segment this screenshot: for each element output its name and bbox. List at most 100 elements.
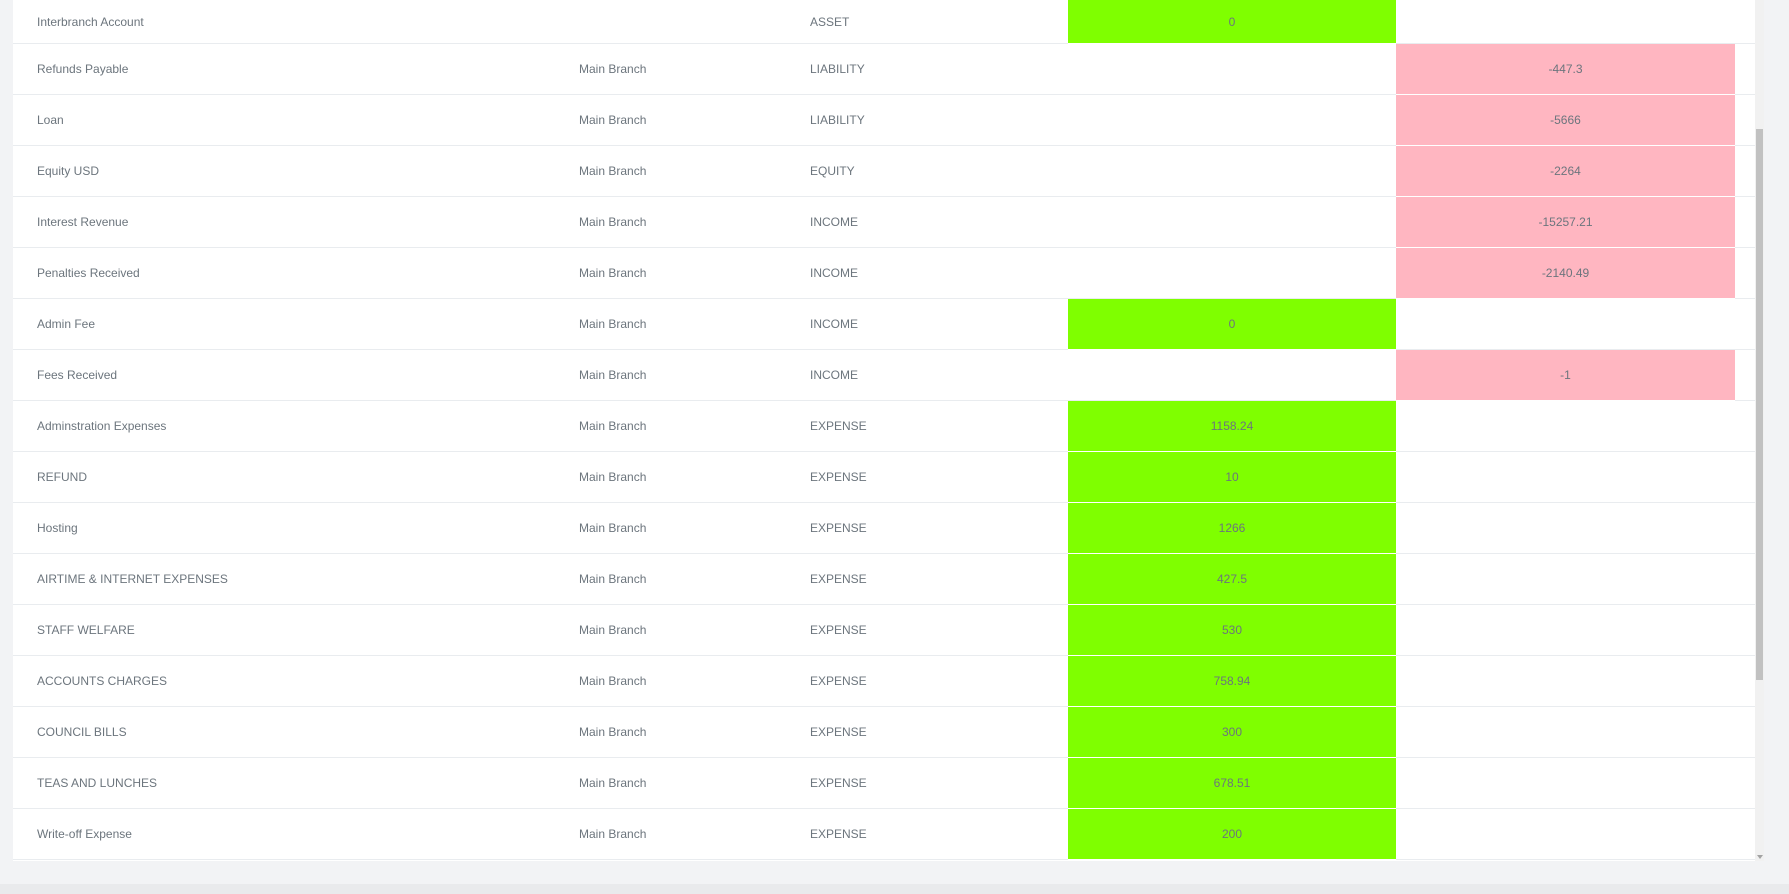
branch-cell: Main Branch: [579, 451, 810, 503]
credit-cell: [1396, 298, 1735, 350]
credit-cell: -2140.49: [1396, 247, 1735, 299]
table-row: Equity USD Main Branch EQUITY -2264: [13, 145, 1755, 197]
table-body: Interbranch Account ASSET 0 Refunds Paya…: [13, 0, 1755, 860]
account-name-cell: Interest Revenue: [13, 196, 579, 248]
account-type-cell: LIABILITY: [810, 94, 1068, 146]
table-row: Refunds Payable Main Branch LIABILITY -4…: [13, 43, 1755, 95]
credit-cell: [1396, 604, 1735, 656]
branch-cell: Main Branch: [579, 655, 810, 707]
debit-cell: 10: [1068, 451, 1396, 503]
branch-cell: Main Branch: [579, 757, 810, 809]
debit-cell: 0: [1068, 298, 1396, 350]
debit-cell: 758.94: [1068, 655, 1396, 707]
debit-cell: [1068, 349, 1396, 401]
table-row: Interbranch Account ASSET 0: [13, 0, 1755, 44]
account-name-cell: Fees Received: [13, 349, 579, 401]
row-padding: [1735, 706, 1755, 758]
credit-cell: [1396, 451, 1735, 503]
account-type-cell: EXPENSE: [810, 604, 1068, 656]
branch-cell: [579, 0, 810, 44]
account-name-cell: TEAS AND LUNCHES: [13, 757, 579, 809]
row-padding: [1735, 808, 1755, 860]
row-padding: [1735, 145, 1755, 197]
debit-cell: 427.5: [1068, 553, 1396, 605]
row-padding: [1735, 43, 1755, 95]
account-type-cell: EXPENSE: [810, 553, 1068, 605]
scrollbar-thumb[interactable]: [1756, 129, 1763, 680]
account-name-cell: Refunds Payable: [13, 43, 579, 95]
trial-balance-page: Interbranch Account ASSET 0 Refunds Paya…: [0, 0, 1789, 894]
debit-cell: 678.51: [1068, 757, 1396, 809]
branch-cell: Main Branch: [579, 298, 810, 350]
debit-cell: 300: [1068, 706, 1396, 758]
table-row: Interest Revenue Main Branch INCOME -152…: [13, 196, 1755, 248]
account-name-cell: AIRTIME & INTERNET EXPENSES: [13, 553, 579, 605]
scroll-down-arrow-icon[interactable]: [1757, 855, 1763, 859]
table-row: REFUND Main Branch EXPENSE 10: [13, 451, 1755, 503]
branch-cell: Main Branch: [579, 196, 810, 248]
row-padding: [1735, 655, 1755, 707]
branch-cell: Main Branch: [579, 247, 810, 299]
account-name-cell: Admin Fee: [13, 298, 579, 350]
branch-cell: Main Branch: [579, 43, 810, 95]
credit-cell: [1396, 706, 1735, 758]
table-row: Admin Fee Main Branch INCOME 0: [13, 298, 1755, 350]
account-name-cell: ACCOUNTS CHARGES: [13, 655, 579, 707]
table-row: COUNCIL BILLS Main Branch EXPENSE 300: [13, 706, 1755, 758]
debit-cell: 1158.24: [1068, 400, 1396, 452]
table-row: STAFF WELFARE Main Branch EXPENSE 530: [13, 604, 1755, 656]
row-padding: [1735, 349, 1755, 401]
account-type-cell: LIABILITY: [810, 43, 1068, 95]
debit-cell: 530: [1068, 604, 1396, 656]
branch-cell: Main Branch: [579, 400, 810, 452]
table-row: TEAS AND LUNCHES Main Branch EXPENSE 678…: [13, 757, 1755, 809]
debit-cell: [1068, 145, 1396, 197]
table-row: Write-off Expense Main Branch EXPENSE 20…: [13, 808, 1755, 860]
credit-cell: [1396, 655, 1735, 707]
account-name-cell: Loan: [13, 94, 579, 146]
row-padding: [1735, 553, 1755, 605]
branch-cell: Main Branch: [579, 808, 810, 860]
branch-cell: Main Branch: [579, 706, 810, 758]
trial-balance-table: Interbranch Account ASSET 0 Refunds Paya…: [13, 0, 1755, 860]
account-type-cell: EXPENSE: [810, 655, 1068, 707]
account-type-cell: ASSET: [810, 0, 1068, 44]
page-footer-bar: [0, 884, 1789, 894]
account-type-cell: EXPENSE: [810, 451, 1068, 503]
credit-cell: -15257.21: [1396, 196, 1735, 248]
account-name-cell: Interbranch Account: [13, 0, 579, 44]
account-name-cell: STAFF WELFARE: [13, 604, 579, 656]
account-type-cell: EQUITY: [810, 145, 1068, 197]
credit-cell: -447.3: [1396, 43, 1735, 95]
branch-cell: Main Branch: [579, 94, 810, 146]
branch-cell: Main Branch: [579, 553, 810, 605]
row-padding: [1735, 757, 1755, 809]
credit-cell: [1396, 553, 1735, 605]
row-padding: [1735, 451, 1755, 503]
account-name-cell: Equity USD: [13, 145, 579, 197]
branch-cell: Main Branch: [579, 349, 810, 401]
credit-cell: [1396, 502, 1735, 554]
account-name-cell: Hosting: [13, 502, 579, 554]
vertical-scrollbar[interactable]: [1755, 0, 1764, 861]
debit-cell: 200: [1068, 808, 1396, 860]
debit-cell: 0: [1068, 0, 1396, 44]
credit-cell: -2264: [1396, 145, 1735, 197]
account-type-cell: EXPENSE: [810, 400, 1068, 452]
credit-cell: -5666: [1396, 94, 1735, 146]
credit-cell: [1396, 757, 1735, 809]
row-padding: [1735, 247, 1755, 299]
credit-cell: [1396, 400, 1735, 452]
branch-cell: Main Branch: [579, 604, 810, 656]
branch-cell: Main Branch: [579, 145, 810, 197]
account-type-cell: INCOME: [810, 349, 1068, 401]
trial-balance-table-card: Interbranch Account ASSET 0 Refunds Paya…: [13, 0, 1755, 861]
debit-cell: [1068, 94, 1396, 146]
account-type-cell: INCOME: [810, 196, 1068, 248]
table-row: Loan Main Branch LIABILITY -5666: [13, 94, 1755, 146]
row-padding: [1735, 400, 1755, 452]
credit-cell: [1396, 808, 1735, 860]
row-padding: [1735, 298, 1755, 350]
debit-cell: [1068, 196, 1396, 248]
debit-cell: [1068, 43, 1396, 95]
